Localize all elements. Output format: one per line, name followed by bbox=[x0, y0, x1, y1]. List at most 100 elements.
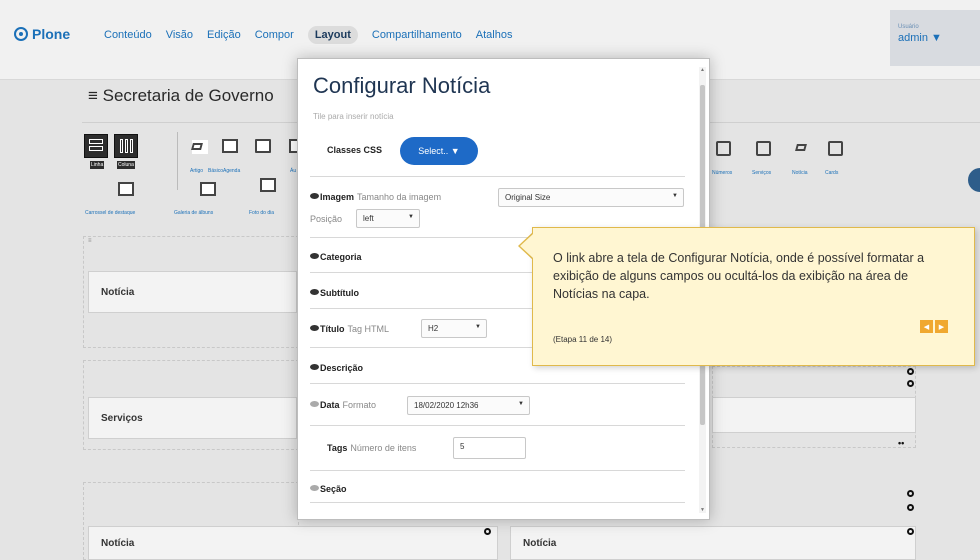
tooltip-text: O link abre a tela de Configurar Notícia… bbox=[553, 251, 925, 301]
title-tag-select[interactable]: H2 ▼ bbox=[421, 319, 487, 338]
basic-tile-label: Básico bbox=[208, 168, 224, 174]
description-field-label: Descrição bbox=[320, 363, 364, 373]
article-tile-label: Artigo bbox=[190, 168, 204, 174]
row-tile-button[interactable] bbox=[84, 134, 108, 158]
tooltip-step: (Etapa 11 de 14) bbox=[553, 335, 613, 344]
menu-compartilhamento[interactable]: Compartilhamento bbox=[372, 29, 462, 44]
tutorial-tooltip: O link abre a tela de Configurar Notícia… bbox=[532, 227, 975, 366]
position-select[interactable]: left ▼ bbox=[356, 209, 420, 228]
menu-visao[interactable]: Visão bbox=[166, 29, 193, 44]
divider bbox=[310, 176, 685, 177]
modal-title: Configurar Notícia bbox=[313, 73, 491, 98]
audio-tile-label: Áu bbox=[290, 168, 297, 174]
column-tile-label: Coluna bbox=[117, 161, 135, 169]
grid-cell-label: Notícia bbox=[523, 537, 557, 549]
services-tile-label: Serviços bbox=[752, 170, 772, 176]
news-tile-label: Notícia bbox=[792, 170, 808, 176]
photo-of-day-tile-icon[interactable] bbox=[260, 178, 276, 192]
css-classes-label: Classes CSS bbox=[327, 145, 383, 155]
eye-icon[interactable] bbox=[310, 364, 319, 370]
eye-slash-icon[interactable] bbox=[310, 401, 319, 407]
user-name[interactable]: admin ▼ bbox=[898, 32, 980, 44]
scroll-down-icon[interactable]: ▼ bbox=[699, 507, 706, 513]
chevron-down-icon: ▼ bbox=[672, 193, 678, 199]
modal-subtitle: Tile para inserir notícia bbox=[313, 112, 394, 121]
album-tile-icon[interactable] bbox=[200, 182, 216, 196]
tile-settings-icon[interactable] bbox=[907, 504, 914, 511]
menu-edicao[interactable]: Edição bbox=[207, 29, 241, 44]
tile-palette-right: Números Serviços Notícia Cards bbox=[712, 137, 862, 187]
cards-tile-icon[interactable] bbox=[828, 141, 843, 156]
user-label: Usuário bbox=[898, 24, 919, 30]
eye-icon[interactable] bbox=[310, 325, 319, 331]
date-format-value: 18/02/2020 12h36 bbox=[414, 401, 479, 410]
previous-step-button[interactable]: ◀ bbox=[920, 320, 933, 333]
article-tile-icon[interactable] bbox=[191, 140, 208, 154]
tile-palette: Linha Coluna Artigo Básico Agenda Áu Car… bbox=[82, 130, 312, 225]
grid-cell-servicos[interactable]: Serviços bbox=[88, 397, 297, 439]
carousel-tile-icon[interactable] bbox=[118, 182, 134, 196]
title-field-label: Título bbox=[320, 324, 345, 334]
resize-handle-icon[interactable]: •• bbox=[898, 438, 904, 448]
tile-settings-icon[interactable] bbox=[907, 490, 914, 497]
tile-settings-icon[interactable] bbox=[907, 528, 914, 535]
date-format-select[interactable]: 18/02/2020 12h36 ▼ bbox=[407, 396, 530, 415]
grid-cell-noticia[interactable]: Notícia bbox=[88, 526, 498, 560]
image-size-hint: Tamanho da imagem bbox=[357, 192, 442, 202]
tags-count-hint: Número de itens bbox=[350, 443, 417, 453]
menu-atalhos[interactable]: Atalhos bbox=[476, 29, 513, 44]
eye-slash-icon[interactable] bbox=[310, 485, 319, 491]
numbers-tile-icon[interactable] bbox=[716, 141, 731, 156]
tags-count-value: 5 bbox=[460, 442, 465, 451]
tile-settings-icon[interactable] bbox=[484, 528, 491, 535]
user-menu[interactable]: Usuário admin ▼ bbox=[890, 10, 980, 66]
services-tile-icon[interactable] bbox=[756, 141, 771, 156]
date-field-label: Data bbox=[320, 400, 340, 410]
album-tile-label: Galeria de álbuns bbox=[174, 210, 214, 216]
divider bbox=[310, 383, 685, 384]
chevron-down-icon: ▼ bbox=[475, 324, 481, 330]
next-step-button[interactable]: ▶ bbox=[935, 320, 948, 333]
grid-cell-label: Notícia bbox=[101, 537, 135, 549]
photo-of-day-tile-label: Foto do dia bbox=[249, 210, 275, 216]
row-marker: ≡ bbox=[88, 238, 92, 244]
section-field-label: Seção bbox=[320, 484, 347, 494]
row-icon bbox=[89, 139, 103, 144]
image-size-value: Original Size bbox=[505, 193, 551, 202]
column-tile-button[interactable] bbox=[114, 134, 138, 158]
tags-count-input[interactable]: 5 bbox=[453, 437, 526, 459]
scroll-up-icon[interactable]: ▲ bbox=[699, 67, 706, 73]
cards-tile-label: Cards bbox=[825, 170, 839, 176]
plone-logo[interactable]: Plone bbox=[14, 26, 70, 42]
eye-icon[interactable] bbox=[310, 289, 319, 295]
tile-settings-icon[interactable] bbox=[907, 368, 914, 375]
news-glyph bbox=[795, 144, 807, 151]
palette-divider bbox=[177, 132, 178, 190]
menu-layout[interactable]: Layout bbox=[307, 26, 358, 44]
grid-cell-empty[interactable] bbox=[712, 397, 916, 433]
menu-compor[interactable]: Compor bbox=[255, 29, 294, 44]
divider bbox=[310, 502, 685, 503]
menu-conteudo[interactable]: Conteúdo bbox=[104, 29, 152, 44]
title-tag-value: H2 bbox=[428, 324, 439, 333]
tile-settings-icon[interactable] bbox=[907, 380, 914, 387]
plone-logo-icon bbox=[14, 27, 28, 41]
basic-tile-icon[interactable] bbox=[222, 139, 238, 153]
position-hint: Posição bbox=[310, 214, 343, 224]
eye-icon[interactable] bbox=[310, 193, 319, 199]
agenda-tile-icon[interactable] bbox=[255, 139, 271, 153]
tooltip-nav: ◀ ▶ bbox=[920, 320, 948, 333]
article-glyph bbox=[191, 143, 203, 150]
row-tile-label: Linha bbox=[90, 161, 105, 169]
grid-cell-noticia[interactable]: Notícia bbox=[510, 526, 916, 560]
tags-field-label: Tags bbox=[327, 443, 348, 453]
css-classes-select[interactable]: Select.. ▼ bbox=[400, 137, 478, 165]
side-help-icon[interactable] bbox=[968, 168, 980, 192]
news-tile-icon[interactable] bbox=[795, 141, 811, 156]
grid-cell-noticia[interactable]: Notícia bbox=[88, 271, 297, 313]
plone-logo-text: Plone bbox=[32, 26, 71, 42]
eye-icon[interactable] bbox=[310, 253, 319, 259]
title-tag-hint: Tag HTML bbox=[347, 324, 390, 334]
image-field-label: Imagem bbox=[320, 192, 355, 202]
image-size-select[interactable]: Original Size ▼ bbox=[498, 188, 684, 207]
